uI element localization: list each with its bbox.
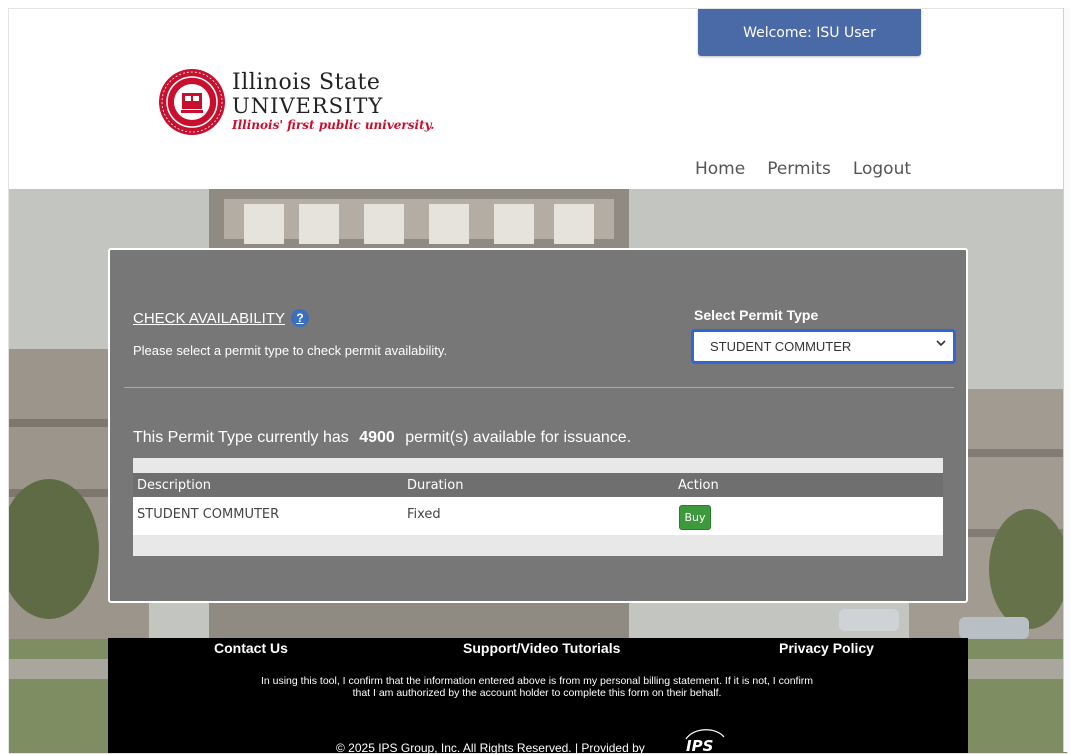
ips-logo-text: IPS (686, 737, 713, 753)
permit-type-selected-value: STUDENT COMMUTER (710, 339, 852, 354)
table-header: Description Duration Action (133, 473, 943, 497)
ips-logo-icon[interactable]: IPS (680, 729, 730, 753)
copyright-text: © 2025 IPS Group, Inc. All Rights Reserv… (336, 741, 645, 754)
logo-line-1: Illinois State (232, 70, 381, 95)
column-duration: Duration (407, 478, 464, 493)
site-header: Welcome: ISU User Illinois State UNIVERS… (9, 9, 1067, 189)
scrollbar[interactable] (1063, 8, 1070, 752)
support-tutorials-link[interactable]: Support/Video Tutorials (463, 640, 620, 656)
check-availability-title: CHECK AVAILABILITY (133, 309, 285, 327)
permit-table: Description Duration Action STUDENT COMM… (133, 458, 943, 556)
check-availability-link[interactable]: CHECK AVAILABILITY ? (133, 309, 309, 327)
row-description: STUDENT COMMUTER (137, 507, 280, 522)
privacy-policy-link[interactable]: Privacy Policy (779, 640, 874, 656)
welcome-banner: Welcome: ISU User (698, 9, 921, 56)
instruction-text: Please select a permit type to check per… (133, 343, 448, 358)
university-logo[interactable]: Illinois State UNIVERSITY Illinois' firs… (157, 65, 457, 145)
availability-count: 4900 (359, 429, 395, 446)
university-seal-icon (159, 69, 225, 135)
column-description: Description (137, 478, 212, 493)
table-row: STUDENT COMMUTER Fixed Buy (133, 497, 943, 535)
availability-suffix: permit(s) available for issuance. (405, 429, 632, 446)
logo-tagline: Illinois' first public university. (232, 118, 435, 132)
buy-button[interactable]: Buy (679, 505, 711, 530)
nav-home[interactable]: Home (695, 159, 745, 179)
chevron-down-icon (935, 337, 947, 352)
footer-disclaimer: In using this tool, I confirm that the i… (260, 675, 814, 699)
nav-permits[interactable]: Permits (767, 159, 831, 179)
availability-message: This Permit Type currently has 4900 perm… (133, 429, 631, 447)
row-duration: Fixed (407, 507, 441, 522)
site-footer: Contact Us Support/Video Tutorials Priva… (108, 638, 968, 753)
column-action: Action (678, 478, 719, 493)
browser-page: Welcome: ISU User Illinois State UNIVERS… (8, 8, 1068, 754)
permit-type-select[interactable]: STUDENT COMMUTER (691, 329, 956, 364)
main-nav: Home Permits Logout (695, 159, 911, 179)
check-availability-panel: CHECK AVAILABILITY ? Please select a per… (108, 248, 968, 603)
availability-prefix: This Permit Type currently has (133, 429, 349, 446)
help-icon[interactable]: ? (291, 309, 309, 327)
contact-us-link[interactable]: Contact Us (214, 640, 288, 656)
logo-line-2: UNIVERSITY (232, 94, 384, 118)
select-permit-type-label: Select Permit Type (694, 307, 819, 323)
nav-logout[interactable]: Logout (853, 159, 911, 179)
divider (124, 387, 954, 388)
